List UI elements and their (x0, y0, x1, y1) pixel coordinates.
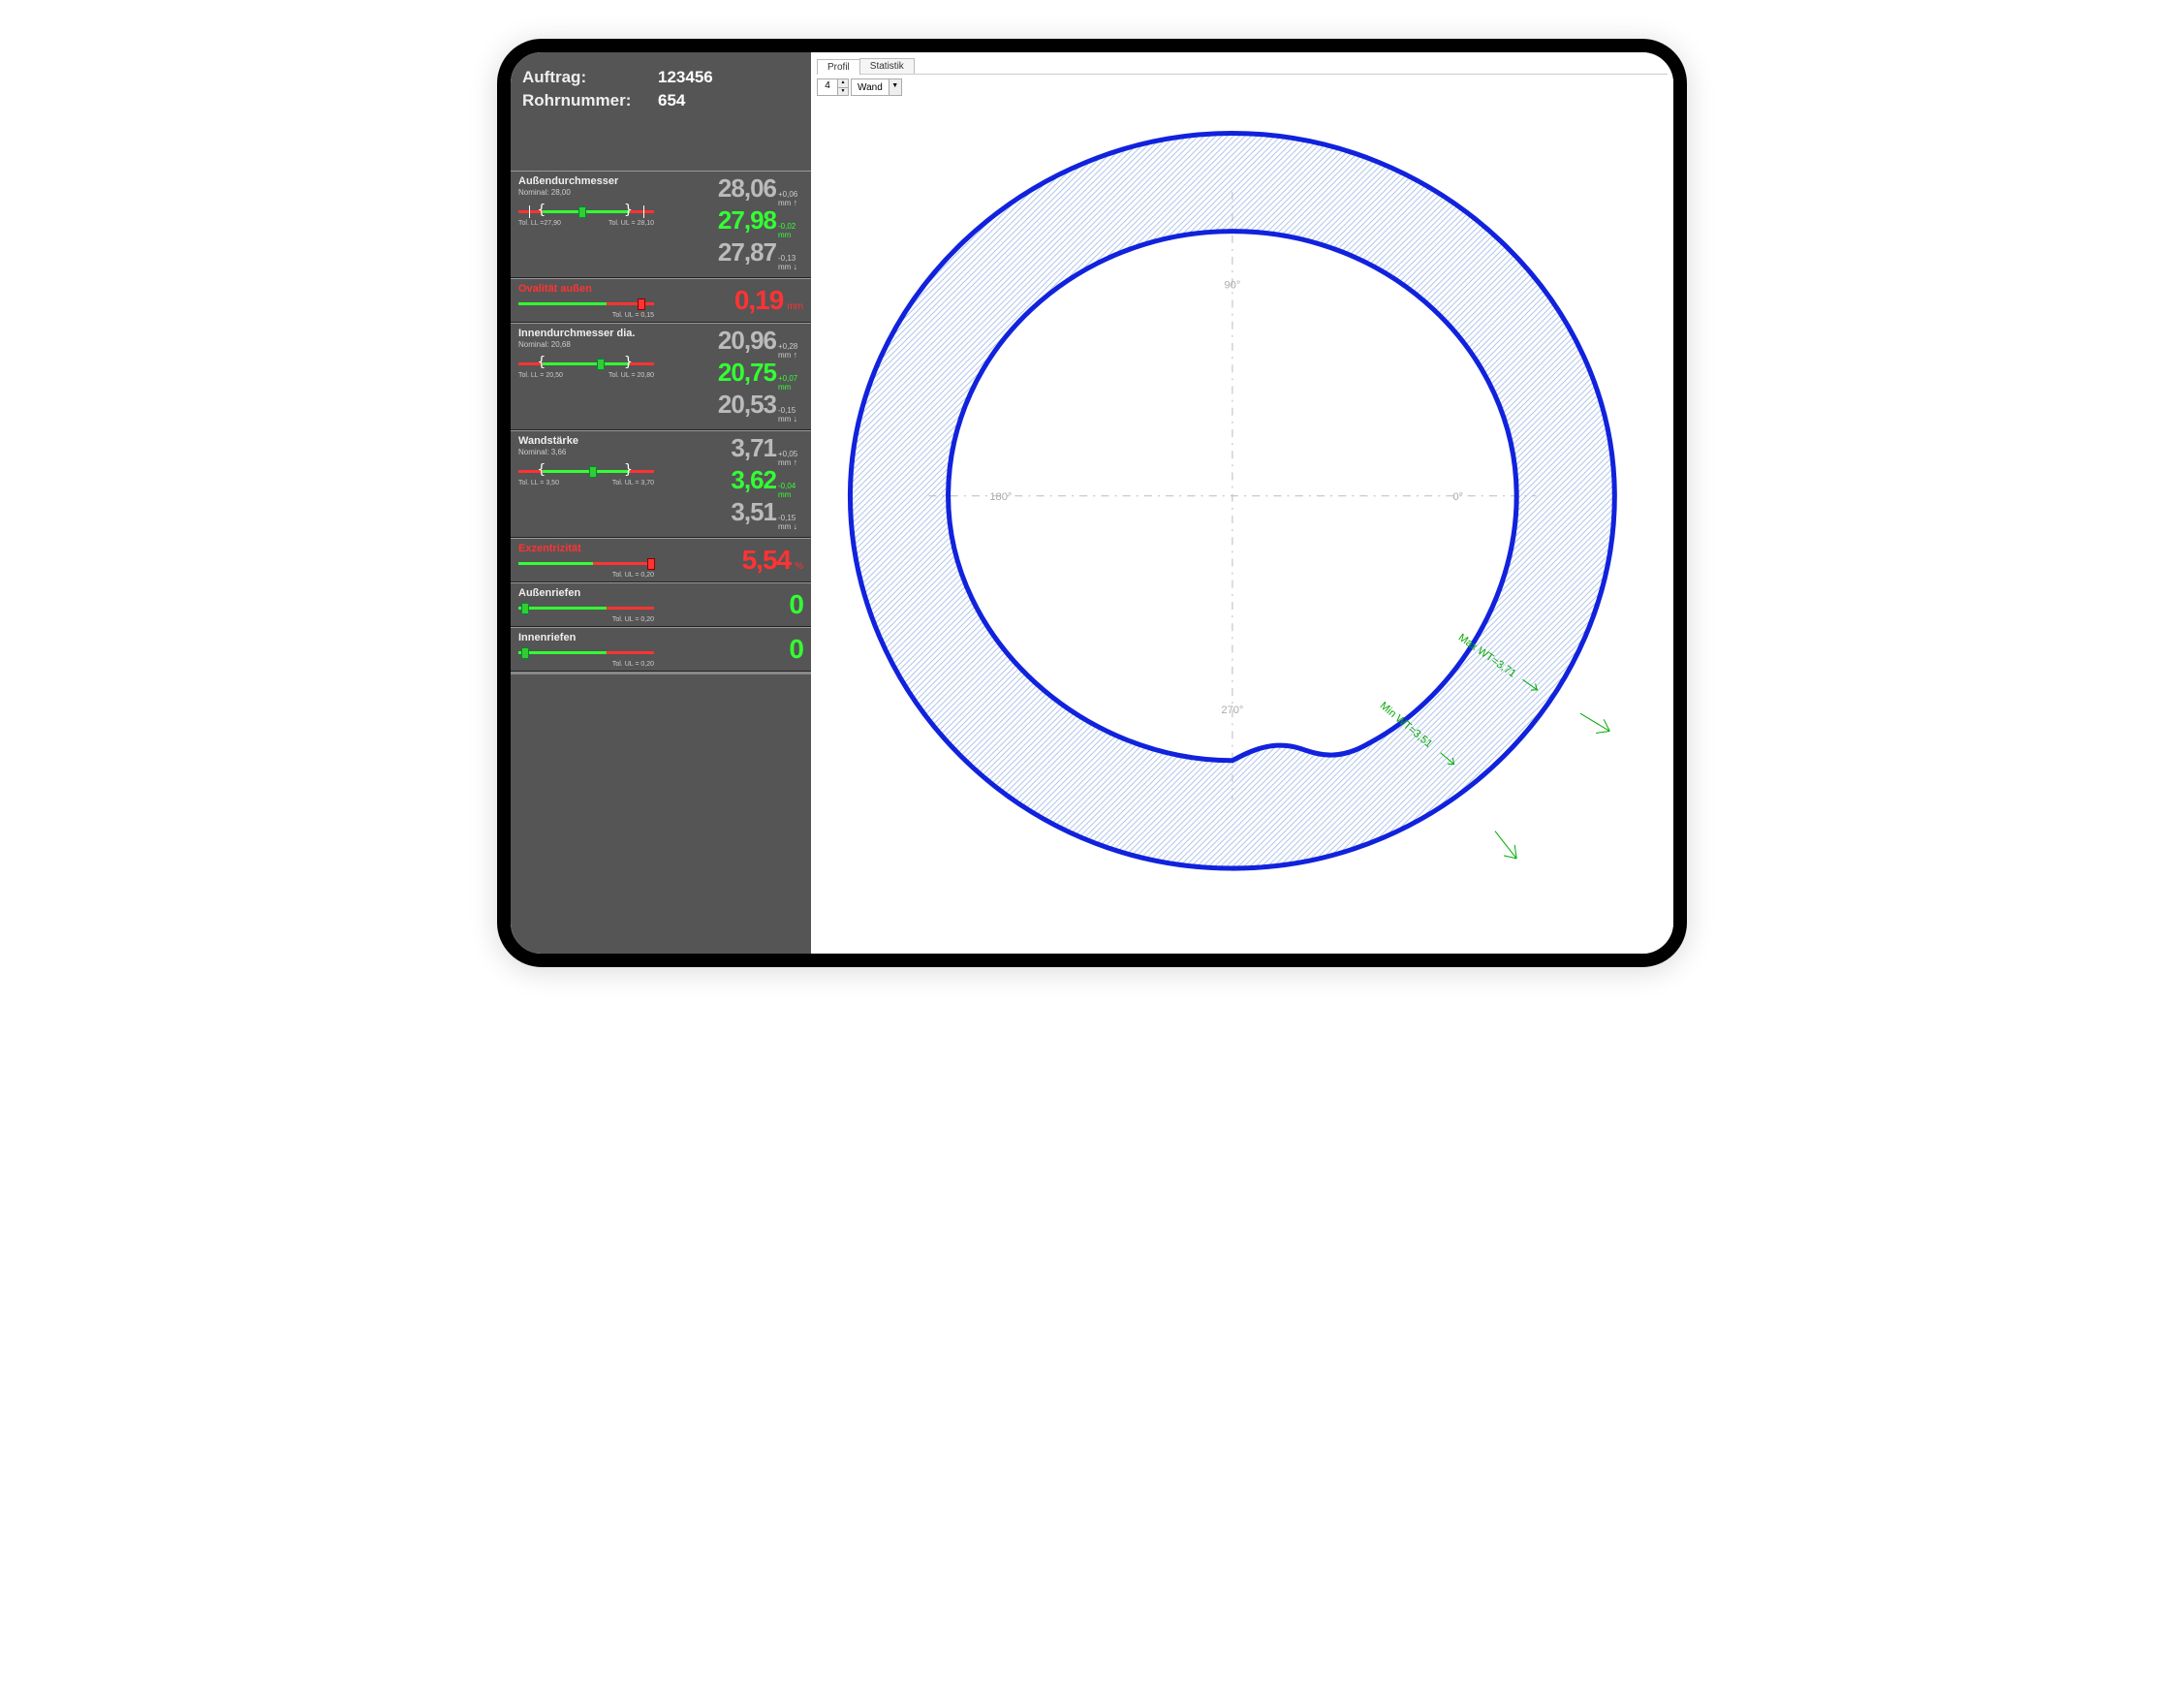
axis-90-label: 90° (1224, 279, 1240, 291)
job-label: Auftrag: (522, 68, 658, 87)
wt-max: 3,71 (731, 435, 776, 460)
od-min: 27,87 (718, 239, 776, 265)
tab-profil[interactable]: Profil (817, 59, 860, 75)
measurements-panel: Auftrag: 123456 Rohrnummer: 654 Außendur… (511, 52, 811, 954)
axis-180-label: 180° (989, 491, 1012, 503)
metric-ovality: Ovalität außen Tol. UL = 0,15 0,19 mm (511, 278, 811, 323)
oval-value: 0,19 (734, 285, 784, 316)
id-nominal: Nominal: 20,68 (518, 340, 654, 349)
ecc-value: 5,54 (742, 545, 792, 576)
ecc-tol-ul: Tol. UL = 0,20 (612, 572, 654, 579)
axis-270-label: 270° (1221, 705, 1243, 716)
app-screen: Auftrag: 123456 Rohrnummer: 654 Außendur… (511, 52, 1673, 954)
od-tol-ll: Tol. LL =27,90 (518, 220, 561, 227)
oval-tol-ul: Tol. UL = 0,15 (612, 312, 654, 319)
id-title: Innendurchmesser dia. (518, 328, 654, 339)
id-tol-ul: Tol. UL = 20,80 (608, 372, 654, 379)
ingroove-value: 0 (789, 634, 803, 665)
tablet-frame: Auftrag: 123456 Rohrnummer: 654 Außendur… (497, 39, 1687, 967)
outgroove-title: Außenriefen (518, 587, 654, 599)
oval-title: Ovalität außen (518, 283, 654, 295)
wt-tolerance-bar: { } Tol. LL = 3,50 Tol. UL = 3,70 (518, 464, 654, 487)
ecc-tolerance-bar: Tol. UL = 0,20 (518, 556, 654, 576)
metric-wall-thickness: Wandstärke Nominal: 3,66 { } Tol. LL = 3… (511, 430, 811, 538)
od-title: Außendurchmesser (518, 175, 654, 187)
od-cur: 27,98 (718, 207, 776, 233)
pipe-value: 654 (658, 91, 685, 110)
ingroove-tolerance-bar: Tol. UL = 0,20 (518, 645, 654, 665)
outgroove-tol-ul: Tol. UL = 0,20 (612, 616, 654, 623)
ecc-unit: % (795, 561, 803, 572)
pipe-label: Rohrnummer: (522, 91, 658, 110)
id-min: 20,53 (718, 392, 776, 417)
metric-eccentricity: Exzentrizität Tol. UL = 0,20 5,54 % (511, 538, 811, 582)
od-tolerance-bar: { } Tol. LL =27,90 Tol. UL = 28,10 (518, 204, 654, 228)
id-tolerance-bar: { } Tol. LL = 20,50 Tol. UL = 20,80 (518, 357, 654, 380)
od-tol-ul: Tol. UL = 28,10 (608, 220, 654, 227)
metric-inner-diameter: Innendurchmesser dia. Nominal: 20,68 { }… (511, 323, 811, 430)
ingroove-tol-ul: Tol. UL = 0,20 (612, 661, 654, 668)
od-nominal: Nominal: 28,00 (518, 188, 654, 197)
wt-min: 3,51 (731, 499, 776, 524)
up-arrow-icon: ↑ (794, 198, 798, 207)
outer-arrow-1-icon (1580, 713, 1609, 733)
id-tol-ll: Tol. LL = 20,50 (518, 372, 563, 379)
wt-cur: 3,62 (731, 467, 776, 492)
metric-outer-grooves: Außenriefen Tol. UL = 0,20 0 (511, 582, 811, 627)
outer-arrow-2-icon (1495, 831, 1516, 859)
id-max: 20,96 (718, 328, 776, 353)
job-header: Auftrag: 123456 Rohrnummer: 654 (511, 52, 811, 132)
wt-tol-ll: Tol. LL = 3,50 (518, 480, 559, 486)
metric-outer-diameter: Außendurchmesser Nominal: 28,00 { } (511, 171, 811, 278)
profile-chart: 90° 0° 270° 180° Max WT=3,71 Min WT=3,51 (811, 87, 1673, 954)
main-view: Profil Statistik 4 ▲ ▼ Wand ▼ (811, 52, 1673, 954)
wt-tol-ul: Tol. UL = 3,70 (612, 480, 654, 486)
ingroove-title: Innenriefen (518, 632, 654, 643)
tabstrip: Profil Statistik (817, 58, 1668, 75)
wt-nominal: Nominal: 3,66 (518, 448, 654, 456)
od-max: 28,06 (718, 175, 776, 201)
oval-unit: mm (787, 301, 803, 312)
id-cur: 20,75 (718, 360, 776, 385)
outgroove-value: 0 (789, 589, 803, 620)
metric-inner-grooves: Innenriefen Tol. UL = 0,20 0 (511, 627, 811, 672)
down-arrow-icon: ↓ (794, 262, 798, 271)
ecc-title: Exzentrizität (518, 543, 654, 554)
wt-title: Wandstärke (518, 435, 654, 447)
oval-tolerance-bar: Tol. UL = 0,15 (518, 297, 654, 316)
tab-statistik[interactable]: Statistik (859, 58, 915, 74)
outgroove-tolerance-bar: Tol. UL = 0,20 (518, 601, 654, 620)
axis-0-label: 0° (1452, 491, 1463, 503)
job-value: 123456 (658, 68, 713, 87)
